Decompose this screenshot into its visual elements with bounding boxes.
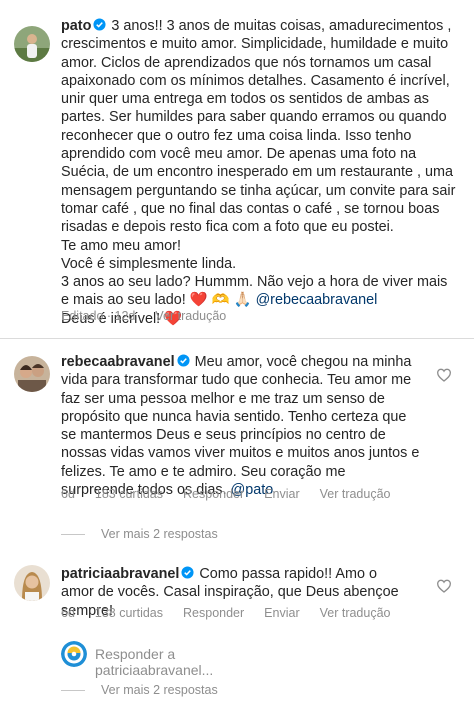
mention-link[interactable]: @rebecaabravanel (256, 292, 378, 308)
likes-count[interactable]: 138 curtidas (95, 606, 163, 620)
username-rebecaabravanel[interactable]: rebecaabravanel (61, 354, 175, 370)
heart-like-icon[interactable] (436, 578, 452, 594)
reply-button[interactable]: Responder (183, 487, 244, 501)
avatar-patriciaabravanel[interactable] (14, 565, 50, 601)
view-more-label: Ver mais 2 respostas (101, 527, 218, 541)
translate-link[interactable]: Ver tradução (320, 606, 391, 620)
reply-input[interactable]: Responder a patriciaabravanel... (95, 646, 213, 678)
username-patriciaabravanel[interactable]: patriciaabravanel (61, 566, 179, 582)
emoji-group: ❤️ 🫶 🙏🏻 (189, 292, 252, 309)
timestamp: 6d (61, 487, 75, 501)
reply-button[interactable]: Responder (183, 606, 244, 620)
comment-line: Te amo meu amor! (61, 237, 181, 254)
own-avatar (61, 641, 87, 667)
comment-pato-body: pato 3 anos!! 3 anos de muitas coisas, a… (61, 17, 459, 328)
dash-line (61, 690, 85, 692)
comment-line: 3 anos ao seu lado? Hummm. Não vejo a ho… (61, 274, 448, 309)
send-button[interactable]: Enviar (264, 487, 299, 501)
view-more-replies[interactable]: Ver mais 2 respostas (61, 683, 218, 697)
avatar-pato-image (14, 26, 50, 62)
username-pato[interactable]: pato (61, 18, 91, 34)
dash-line (61, 534, 85, 536)
verified-icon (181, 566, 194, 579)
comment-text: Meu amor, você chegou na minha vida para… (61, 354, 420, 499)
heart-like-icon[interactable] (436, 367, 452, 383)
edited-label: Editado · 12d (61, 309, 136, 323)
comment-text: 3 anos!! 3 anos de muitas coisas, amadur… (61, 18, 456, 236)
comment-rebecaabravanel-meta: 6d 183 curtidas Responder Enviar Ver traduçã… (61, 487, 411, 501)
own-avatar-image (61, 641, 87, 667)
avatar-rebecaabravanel-image (14, 356, 50, 392)
likes-count[interactable]: 183 curtidas (95, 487, 163, 501)
translate-link[interactable]: Ver tradução (155, 309, 226, 323)
comment-patriciaabravanel-meta: 6d 138 curtidas Responder Enviar Ver traduçã… (61, 606, 411, 620)
comment-rebecaabravanel-body: rebecaabravanel Meu amor, você chegou na… (61, 353, 421, 499)
avatar-patriciaabravanel-image (14, 565, 50, 601)
timestamp: 6d (61, 606, 75, 620)
verified-icon (93, 18, 106, 31)
translate-link[interactable]: Ver tradução (320, 487, 391, 501)
view-more-label: Ver mais 2 respostas (101, 683, 218, 697)
verified-icon (177, 354, 190, 367)
comment-line: Você é simplesmente linda. (61, 255, 237, 272)
avatar-rebecaabravanel[interactable] (14, 356, 50, 392)
avatar-pato[interactable] (14, 26, 50, 62)
send-button[interactable]: Enviar (264, 606, 299, 620)
comment-pato-meta: Editado · 12d Ver tradução (61, 309, 246, 323)
view-more-replies[interactable]: Ver mais 2 respostas (61, 527, 218, 541)
divider (0, 338, 474, 339)
